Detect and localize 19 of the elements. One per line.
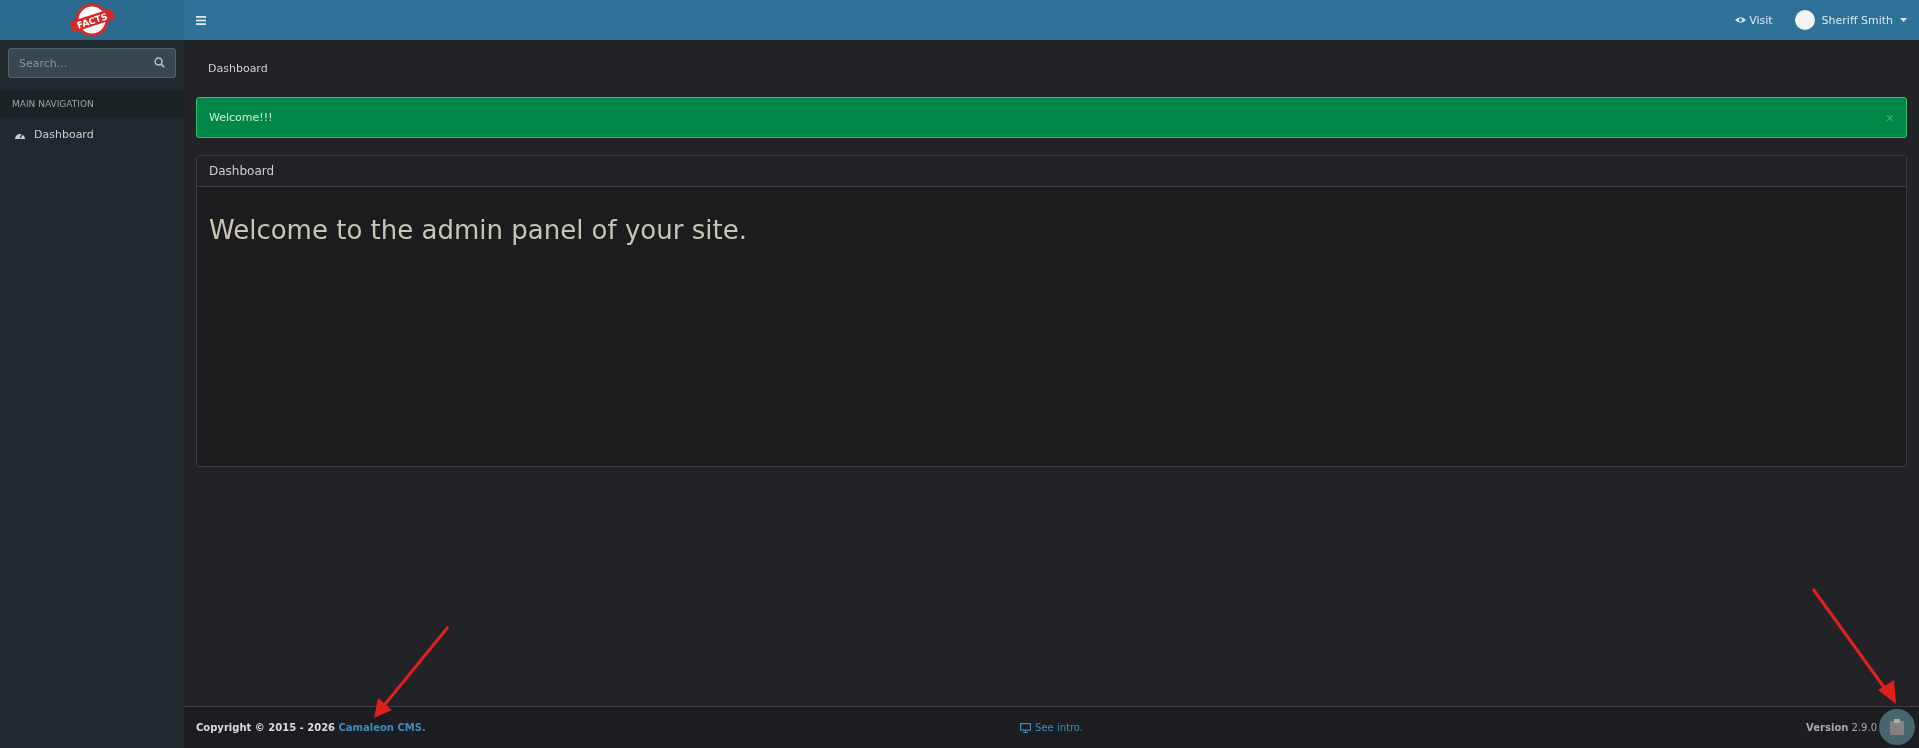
welcome-heading: Welcome to the admin panel of your site. <box>209 215 748 245</box>
nav-item[interactable]: Dashboard <box>0 118 184 151</box>
cms-link[interactable]: Camaleon CMS. <box>338 722 426 733</box>
intro-link[interactable]: See intro. <box>1020 722 1083 733</box>
search-icon[interactable] <box>154 57 165 68</box>
user-menu[interactable]: Sheriff Smith <box>1794 10 1907 30</box>
clipboard-icon <box>1889 718 1905 736</box>
caret-icon <box>1900 18 1907 22</box>
card-title: Dashboard <box>197 156 1906 187</box>
nav-section-title: MAIN NAVIGATION <box>0 90 184 118</box>
breadcrumb: Dashboard <box>207 61 269 77</box>
search-field[interactable]: Search... <box>8 48 176 78</box>
eye-icon <box>1735 16 1747 24</box>
visit-link[interactable]: Visit <box>1735 13 1773 27</box>
monitor-icon <box>1020 722 1032 733</box>
alert-message: Welcome!!! <box>209 111 273 124</box>
version-text: Version 2.9.0 <box>1806 722 1877 733</box>
menu-icon[interactable] <box>196 15 206 25</box>
copyright-text: Copyright © 2015 - 2026 Camaleon CMS. <box>196 722 427 733</box>
